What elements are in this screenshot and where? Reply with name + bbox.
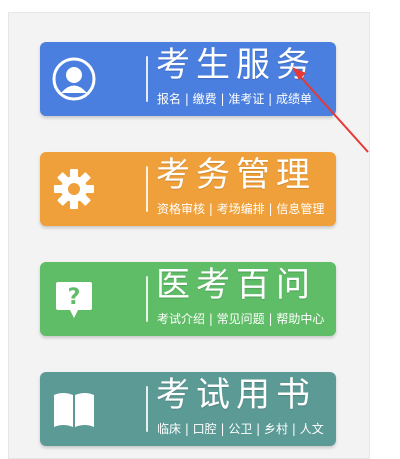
exam-books-tile[interactable]: 考试用书 临床 | 口腔 | 公卫 | 乡村 | 人文 — [40, 372, 336, 446]
tile-title: 考试用书 — [156, 375, 316, 415]
tile-title: 医考百问 — [156, 265, 316, 305]
open-book-icon — [50, 385, 98, 433]
question-chat-icon: ? — [50, 275, 98, 323]
tile-subtitle: 临床 | 口腔 | 公卫 | 乡村 | 人文 — [157, 422, 324, 436]
tile-subtitle: 报名 | 缴费 | 准考证 | 成绩单 — [157, 92, 313, 106]
gear-icon — [50, 165, 98, 213]
medical-exam-faq-tile[interactable]: ? 医考百问 考试介绍 | 常见问题 | 帮助中心 — [40, 262, 336, 336]
tile-title: 考生服务 — [156, 45, 316, 85]
exam-candidate-service-tile[interactable]: 考生服务 报名 | 缴费 | 准考证 | 成绩单 — [40, 42, 336, 116]
tile-divider — [146, 56, 148, 102]
tile-title: 考务管理 — [156, 155, 316, 195]
svg-text:?: ? — [68, 285, 81, 310]
tile-subtitle: 考试介绍 | 常见问题 | 帮助中心 — [157, 312, 325, 326]
exam-affairs-management-tile[interactable]: 考务管理 资格审核 | 考场编排 | 信息管理 — [40, 152, 336, 226]
user-avatar-icon — [50, 55, 98, 103]
tile-divider — [146, 166, 148, 212]
tile-divider — [146, 386, 148, 432]
tile-subtitle: 资格审核 | 考场编排 | 信息管理 — [157, 202, 325, 216]
tile-divider — [146, 276, 148, 322]
